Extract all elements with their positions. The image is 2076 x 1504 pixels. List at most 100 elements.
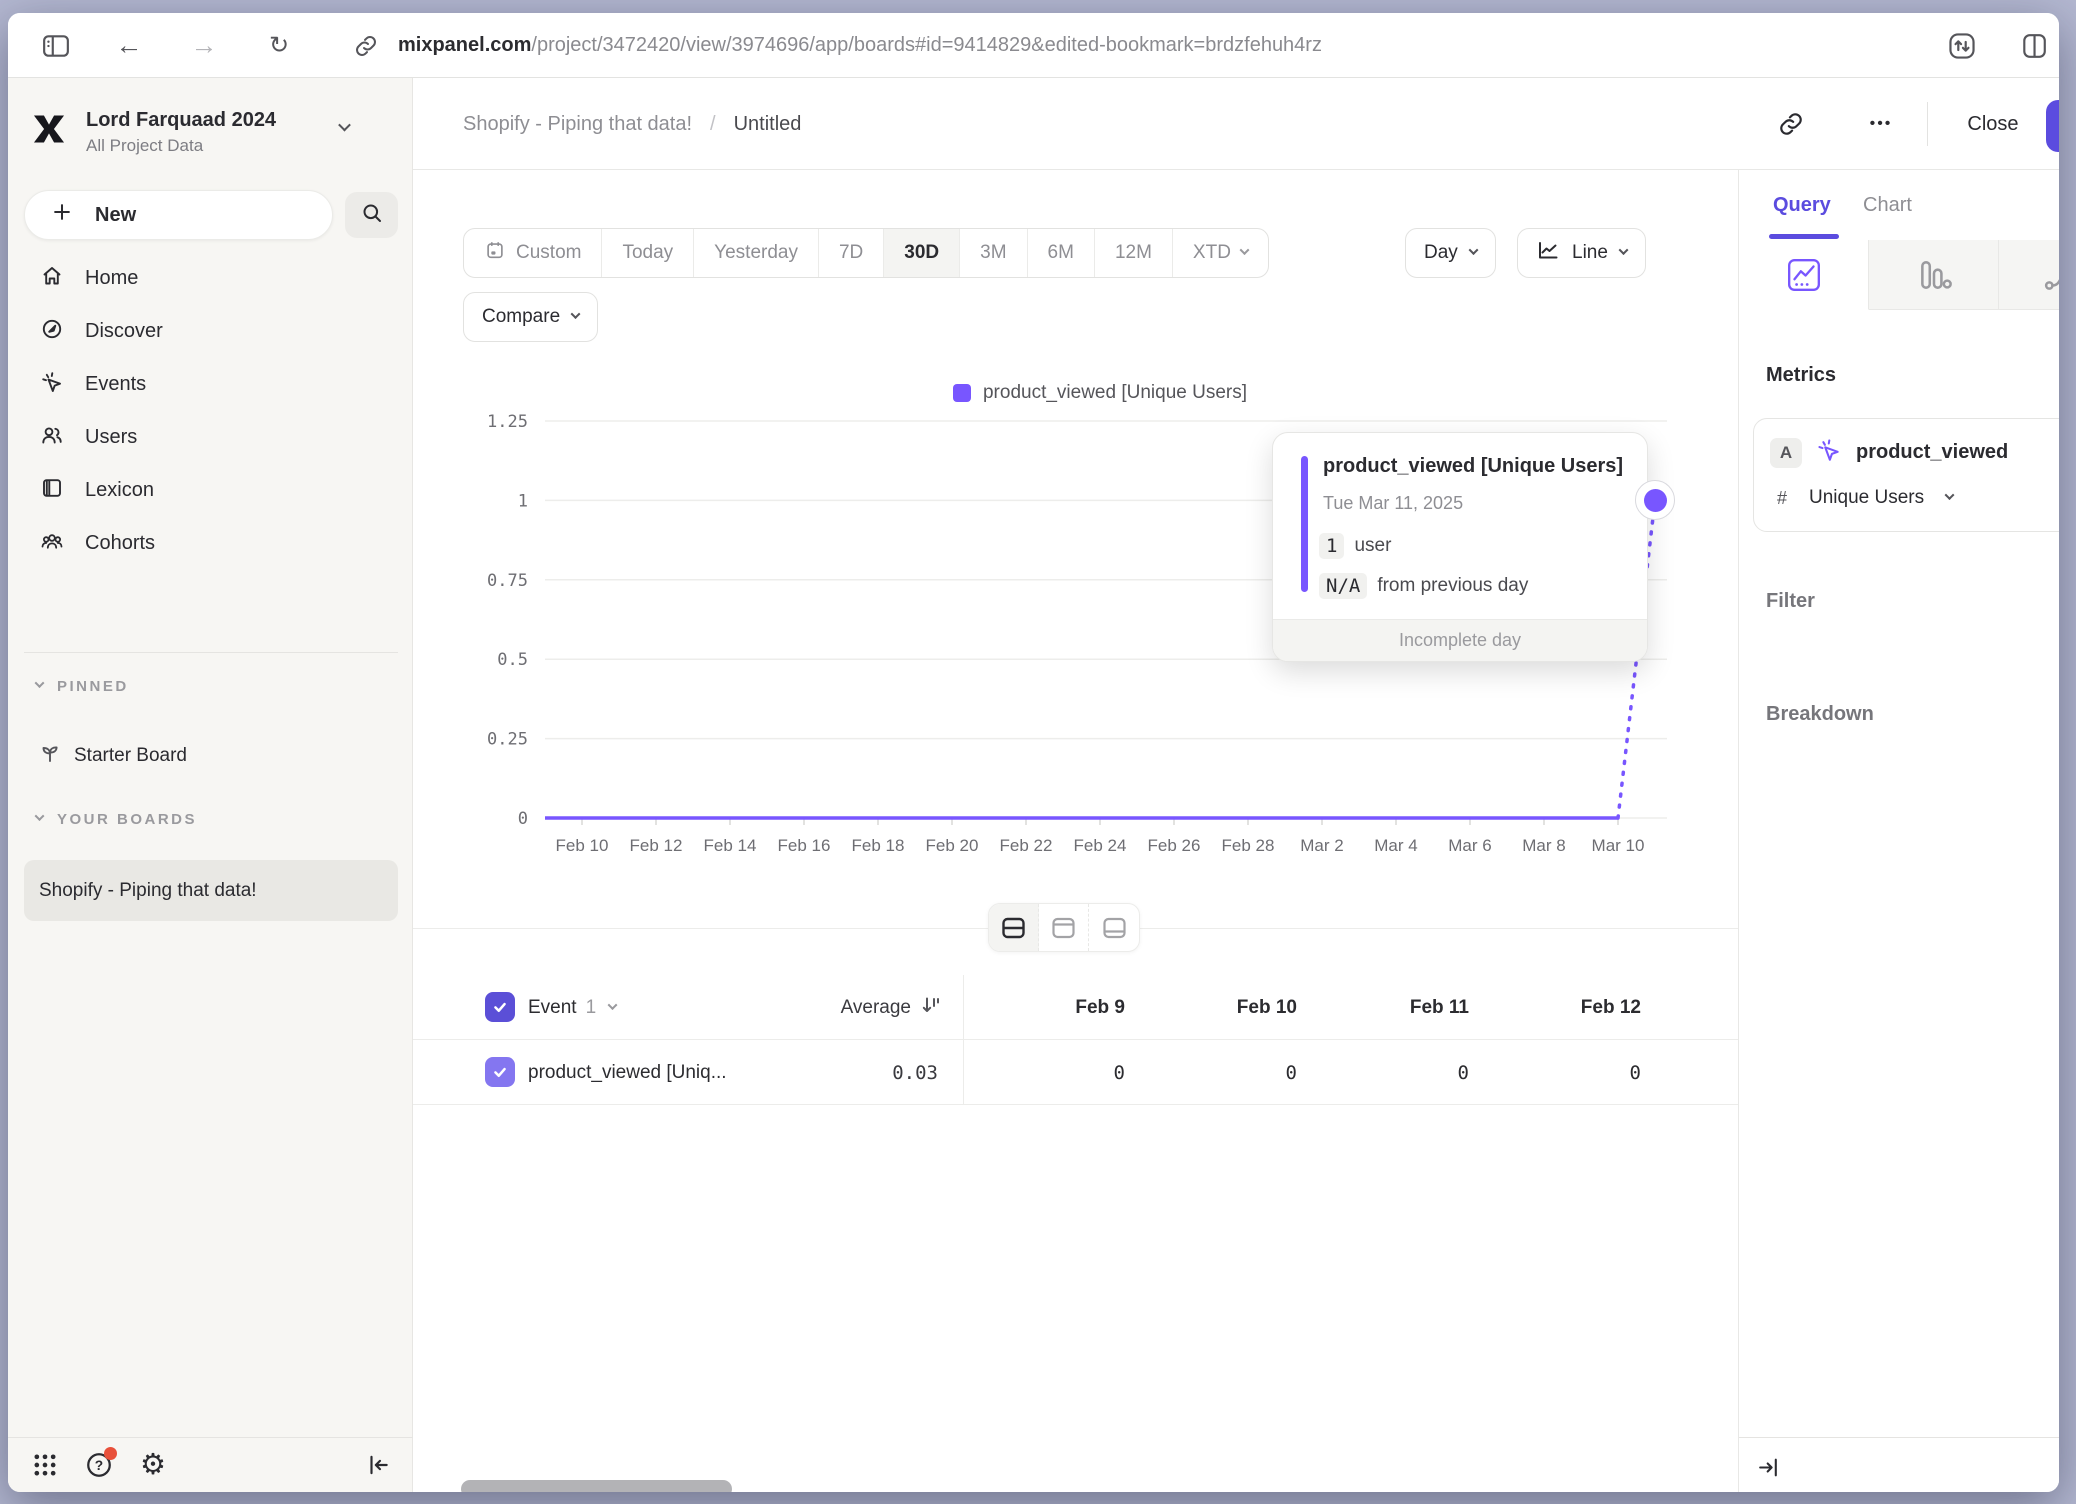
collapse-sidebar-icon[interactable] bbox=[363, 1450, 393, 1480]
range-label: 3M bbox=[980, 242, 1006, 264]
svg-text:?: ? bbox=[95, 1458, 103, 1473]
svg-text:Feb 28: Feb 28 bbox=[1222, 836, 1275, 855]
range-3m[interactable]: 3M bbox=[960, 229, 1027, 277]
chart-type-dropdown[interactable]: Line bbox=[1517, 228, 1646, 278]
sidebar-item-selected-board[interactable]: Shopify - Piping that data! bbox=[24, 860, 398, 921]
svg-text:1: 1 bbox=[518, 491, 528, 511]
svg-text:Feb 24: Feb 24 bbox=[1074, 836, 1127, 855]
cell-value: 0 bbox=[963, 1040, 1135, 1105]
row-checkbox[interactable] bbox=[485, 1057, 515, 1087]
query-panel-footer bbox=[1739, 1437, 2059, 1492]
date-column-header[interactable]: Feb 10 bbox=[1135, 975, 1307, 1040]
help-icon[interactable]: ? bbox=[84, 1450, 114, 1480]
range-label: Today bbox=[622, 242, 673, 264]
save-button[interactable] bbox=[2046, 100, 2059, 152]
date-column-header[interactable]: Feb 9 bbox=[963, 975, 1135, 1040]
layout-split-button[interactable] bbox=[989, 904, 1039, 951]
range-yesterday[interactable]: Yesterday bbox=[694, 229, 819, 277]
range-30d[interactable]: 30D bbox=[884, 229, 960, 277]
metric-aggregation-row[interactable]: # Unique Users bbox=[1777, 487, 1953, 509]
compare-dropdown[interactable]: Compare bbox=[463, 292, 598, 342]
metric-card[interactable]: A product_viewed # Unique Users bbox=[1753, 418, 2059, 532]
url-path: /project/3472420/view/3974696/app/boards… bbox=[531, 34, 1322, 57]
page-settings-icon[interactable] bbox=[1942, 13, 1982, 78]
tooltip-title: product_viewed [Unique Users] bbox=[1323, 455, 1623, 478]
sidebar-item-discover[interactable]: Discover bbox=[8, 305, 413, 358]
url-bar[interactable]: mixpanel.com/project/3472420/view/397469… bbox=[398, 13, 1322, 78]
range-today[interactable]: Today bbox=[602, 229, 694, 277]
home-icon bbox=[40, 264, 64, 294]
new-button[interactable]: New bbox=[24, 190, 333, 240]
cohorts-icon bbox=[40, 529, 64, 559]
browser-sidebar-toggle-icon[interactable] bbox=[38, 13, 74, 78]
your-boards-section-header[interactable]: YOUR BOARDS bbox=[36, 811, 197, 828]
average-column-header[interactable]: Average bbox=[713, 975, 943, 1040]
new-button-label: New bbox=[95, 204, 136, 227]
breadcrumb-board[interactable]: Shopify - Piping that data! bbox=[463, 113, 692, 136]
horizontal-scrollbar[interactable] bbox=[461, 1480, 732, 1492]
event-column-header[interactable]: Event 1 bbox=[528, 975, 616, 1040]
layout-chart-only-button[interactable] bbox=[1039, 904, 1089, 951]
range-label: Custom bbox=[516, 242, 581, 264]
range-6m[interactable]: 6M bbox=[1028, 229, 1095, 277]
sort-icon bbox=[919, 993, 943, 1023]
flows-tab[interactable] bbox=[1999, 240, 2059, 310]
chevron-down-icon bbox=[35, 678, 45, 688]
browser-window: ← → ↻ mixpanel.com/project/3472420/view/… bbox=[8, 13, 2059, 1492]
collapse-panel-icon[interactable] bbox=[1753, 1452, 1783, 1482]
pinned-header-label: PINNED bbox=[57, 678, 129, 695]
breadcrumb: Shopify - Piping that data! / Untitled bbox=[463, 78, 801, 170]
close-button[interactable]: Close bbox=[1953, 78, 2033, 170]
sidebar-item-events[interactable]: Events bbox=[8, 358, 413, 411]
select-all-checkbox[interactable] bbox=[485, 992, 515, 1022]
chevron-down-icon bbox=[1945, 490, 1955, 500]
date-column-header[interactable]: Feb 12 bbox=[1479, 975, 1651, 1040]
date-column-headers: Feb 9 Feb 10 Feb 11 Feb 12 bbox=[963, 975, 1651, 1040]
range-custom[interactable]: Custom bbox=[464, 229, 602, 277]
range-12m[interactable]: 12M bbox=[1095, 229, 1173, 277]
svg-text:Feb 16: Feb 16 bbox=[778, 836, 831, 855]
sidebar-item-cohorts[interactable]: Cohorts bbox=[8, 517, 413, 570]
project-switcher[interactable]: Lord Farquaad 2024 All Project Data bbox=[30, 108, 349, 156]
range-7d[interactable]: 7D bbox=[819, 229, 884, 277]
svg-text:0: 0 bbox=[518, 809, 528, 829]
split-view-icon[interactable] bbox=[2014, 13, 2054, 78]
users-icon bbox=[40, 423, 64, 453]
svg-text:0.5: 0.5 bbox=[497, 650, 528, 670]
apps-grid-icon[interactable] bbox=[30, 1450, 60, 1480]
layout-table-only-button[interactable] bbox=[1089, 904, 1139, 951]
back-icon[interactable]: ← bbox=[111, 13, 147, 78]
range-label: XTD bbox=[1193, 242, 1231, 264]
svg-text:Mar 8: Mar 8 bbox=[1522, 836, 1565, 855]
filter-section-header[interactable]: Filter bbox=[1766, 590, 1815, 613]
breakdown-section-header[interactable]: Breakdown bbox=[1766, 703, 1874, 726]
more-options-button[interactable]: ••• bbox=[1856, 78, 1906, 170]
sidebar-item-starter-board[interactable]: Starter Board bbox=[38, 741, 187, 771]
svg-text:Feb 10: Feb 10 bbox=[556, 836, 609, 855]
range-xtd[interactable]: XTD bbox=[1173, 229, 1268, 277]
reload-icon[interactable]: ↻ bbox=[261, 13, 297, 78]
data-point-marker[interactable] bbox=[1635, 480, 1675, 520]
sidebar-item-users[interactable]: Users bbox=[8, 411, 413, 464]
insights-tab[interactable] bbox=[1739, 240, 1869, 310]
date-column-header[interactable]: Feb 11 bbox=[1307, 975, 1479, 1040]
table-row[interactable]: product_viewed [Uniq... 0.03 0 0 0 0 bbox=[413, 1040, 1738, 1105]
copy-link-button[interactable] bbox=[1769, 78, 1813, 170]
sidebar-item-home[interactable]: Home bbox=[8, 252, 413, 305]
search-button[interactable] bbox=[345, 192, 398, 238]
funnels-tab[interactable] bbox=[1869, 240, 1999, 310]
mixpanel-logo bbox=[30, 108, 68, 155]
sidebar-nav: Home Discover Events Users Lexicon Cohor… bbox=[8, 252, 413, 570]
browser-toolbar: ← → ↻ mixpanel.com/project/3472420/view/… bbox=[8, 13, 2059, 78]
tab-chart[interactable]: Chart bbox=[1863, 170, 1912, 240]
sidebar-item-label: Events bbox=[85, 373, 146, 396]
range-label: Yesterday bbox=[714, 242, 798, 264]
sidebar-item-lexicon[interactable]: Lexicon bbox=[8, 464, 413, 517]
gear-icon[interactable]: ⚙ bbox=[138, 1450, 168, 1480]
forward-icon[interactable]: → bbox=[186, 13, 222, 78]
tab-query[interactable]: Query bbox=[1773, 170, 1831, 240]
pinned-section-header[interactable]: PINNED bbox=[36, 678, 129, 695]
granularity-dropdown[interactable]: Day bbox=[1405, 228, 1496, 278]
svg-text:Feb 22: Feb 22 bbox=[1000, 836, 1053, 855]
breadcrumb-page[interactable]: Untitled bbox=[734, 113, 802, 136]
